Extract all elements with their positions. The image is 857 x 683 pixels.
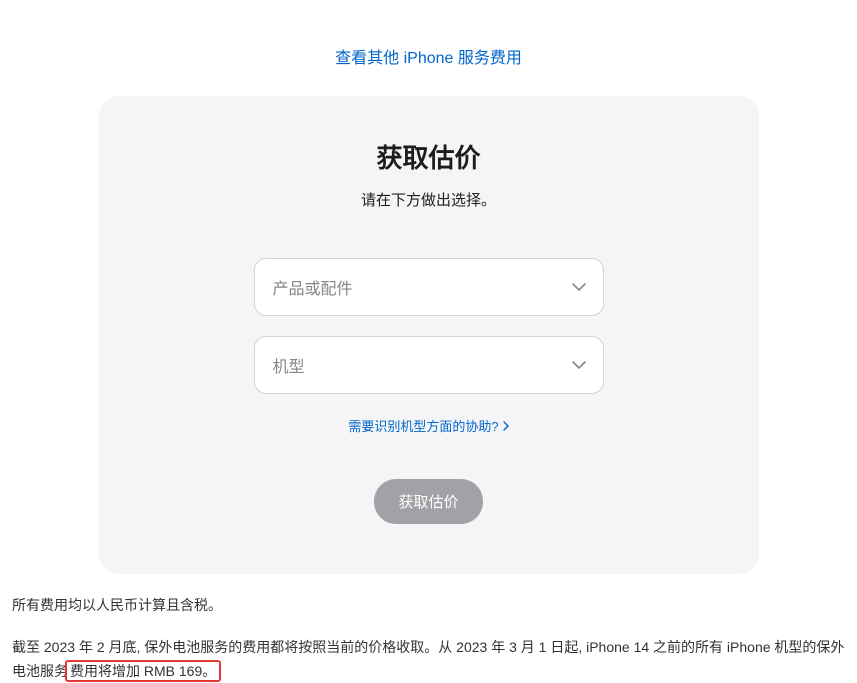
view-other-services-link[interactable]: 查看其他 iPhone 服务费用 (335, 50, 522, 67)
get-estimate-button[interactable]: 获取估价 (374, 479, 482, 524)
help-link-text: 需要识别机型方面的协助? (348, 416, 498, 435)
model-select-placeholder: 机型 (273, 353, 305, 377)
card-subtitle: 请在下方做出选择。 (139, 189, 719, 210)
submit-row: 获取估价 (139, 479, 719, 524)
product-select-wrapper: 产品或配件 (254, 258, 604, 316)
estimate-card: 获取估价 请在下方做出选择。 产品或配件 机型 需要识别机型方面 (99, 96, 759, 574)
top-link-wrapper: 查看其他 iPhone 服务费用 (10, 0, 847, 96)
footer-line-2: 截至 2023 年 2 月底, 保外电池服务的费用都将按照当前的价格收取。从 2… (12, 636, 847, 683)
chevron-right-icon (503, 421, 509, 431)
footer-line-1: 所有费用均以人民币计算且含税。 (12, 594, 847, 618)
product-select[interactable]: 产品或配件 (254, 258, 604, 316)
card-title: 获取估价 (139, 138, 719, 175)
footer-text: 所有费用均以人民币计算且含税。 截至 2023 年 2 月底, 保外电池服务的费… (10, 574, 847, 683)
product-select-placeholder: 产品或配件 (273, 275, 353, 299)
model-select-wrapper: 机型 (254, 336, 604, 394)
identify-model-help-link[interactable]: 需要识别机型方面的协助? (348, 416, 508, 435)
model-select[interactable]: 机型 (254, 336, 604, 394)
